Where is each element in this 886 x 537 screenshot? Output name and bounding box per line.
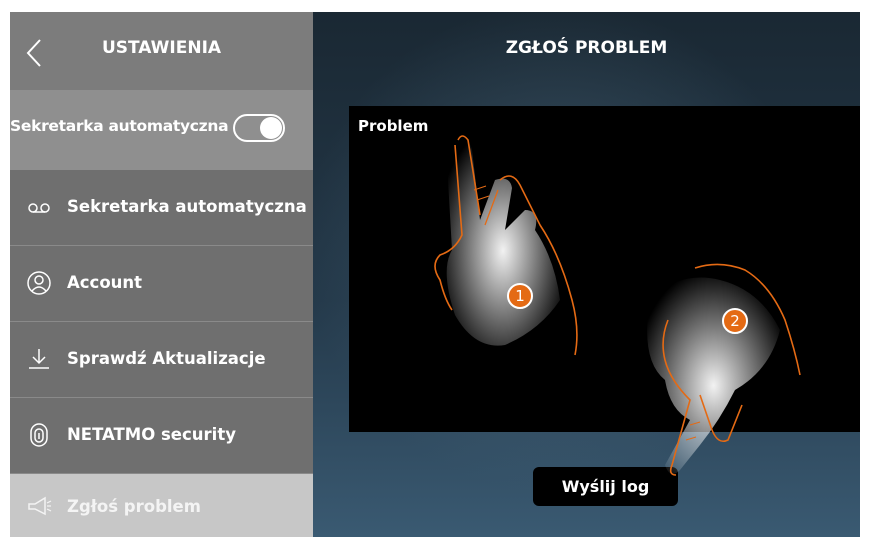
problem-text-area[interactable]: Problem [349,106,860,432]
user-circle-icon [27,271,51,295]
voicemail-icon [28,203,50,213]
sidebar-title: USTAWIENIA [101,38,222,58]
sidebar-item-answering-machine[interactable]: Sekretarka automatyczna [10,170,313,246]
sidebar-item-label: Account [67,273,143,292]
sidebar-item-account[interactable]: Account [10,246,313,322]
megaphone-icon [28,496,52,516]
sidebar-header: USTAWIENIA [10,12,313,90]
answering-machine-toggle[interactable] [233,114,285,142]
step-1-badge: 1 [507,283,533,309]
step-2-badge: 2 [722,308,748,334]
sidebar-item-report-problem[interactable]: Zgłoś problem [10,474,313,537]
sidebar-item-label: Sprawdź Aktualizacje [67,349,266,368]
download-icon [29,349,49,369]
fingerprint-icon [30,423,48,447]
sidebar-item-check-updates[interactable]: Sprawdź Aktualizacje [10,322,313,398]
sidebar-item-label: Zgłoś problem [67,497,201,516]
toggle-knob [260,117,282,139]
problem-label: Problem [358,117,429,135]
sidebar-item-label: NETATMO security [67,425,236,444]
send-log-button[interactable]: Wyślij log [533,467,678,506]
sidebar-item-label: Sekretarka automatyczna [67,197,307,216]
toggle-label: Sekretarka automatyczna [10,117,229,135]
sidebar-item-netatmo-security[interactable]: NETATMO security [10,398,313,474]
page-title: ZGŁOŚ PROBLEM [505,38,668,58]
settings-sidebar: USTAWIENIA Sekretarka automatyczna Sekre… [10,12,313,537]
device-screen: USTAWIENIA Sekretarka automatyczna Sekre… [10,12,860,537]
answering-machine-toggle-row: Sekretarka automatyczna [10,90,313,171]
report-problem-panel: ZGŁOŚ PROBLEM Problem Wyślij log [313,12,860,537]
